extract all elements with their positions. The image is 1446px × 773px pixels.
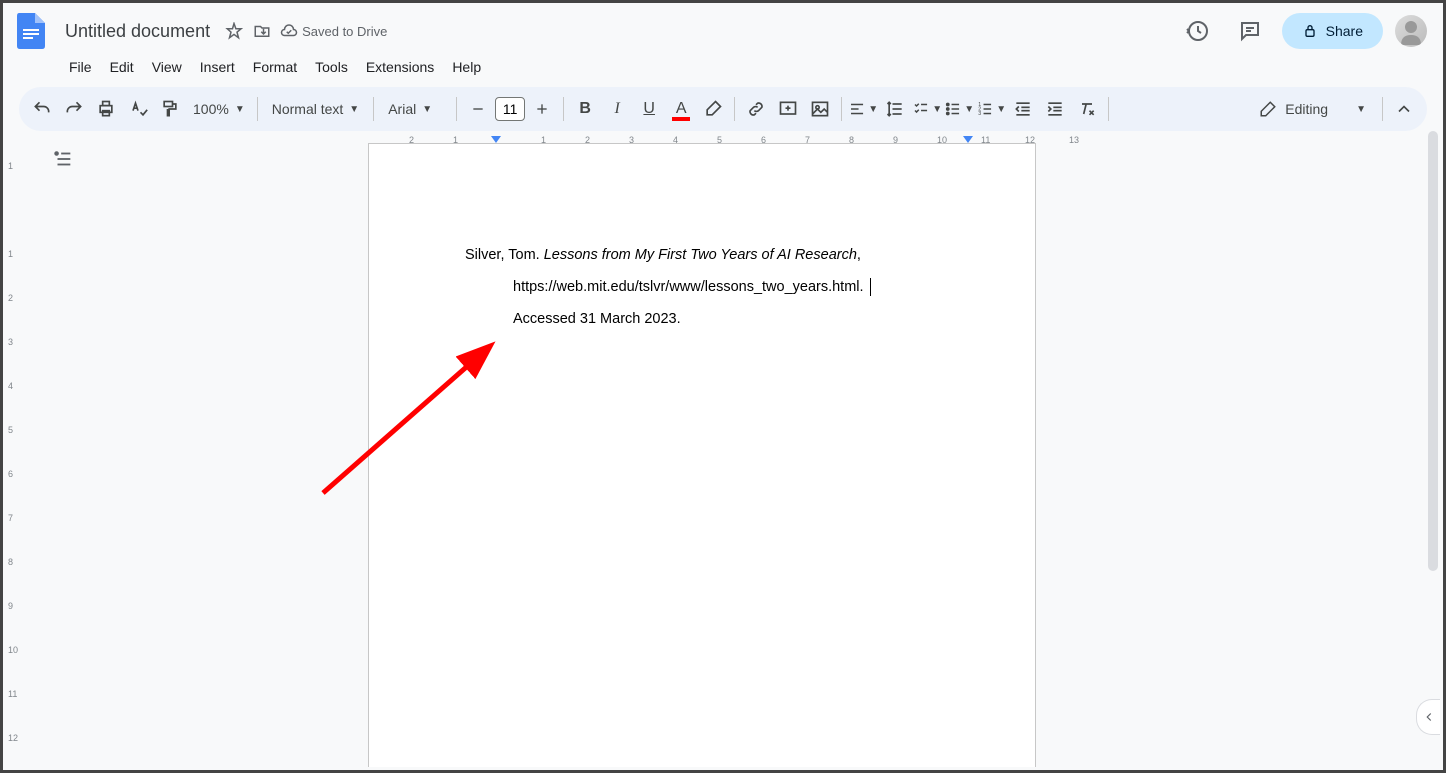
menu-insert[interactable]: Insert: [192, 55, 243, 79]
comment-icon[interactable]: [1230, 11, 1270, 51]
separator: [373, 97, 374, 121]
header-top-row: Untitled document Saved to Drive: [11, 11, 1427, 51]
menu-bar: File Edit View Insert Format Tools Exten…: [11, 51, 1427, 85]
dropdown-arrow-icon: ▼: [996, 104, 1006, 115]
history-icon[interactable]: [1178, 11, 1218, 51]
separator: [456, 97, 457, 121]
citation-title: Lessons from My First Two Years of AI Re…: [544, 247, 857, 263]
title-area: Untitled document Saved to Drive: [59, 19, 1170, 44]
font-size-group: [463, 94, 557, 124]
document-page[interactable]: Silver, Tom. Lessons from My First Two Y…: [368, 143, 1036, 767]
style-select[interactable]: Normal text▼: [264, 97, 367, 121]
share-label: Share: [1326, 23, 1363, 39]
redo-button[interactable]: [59, 94, 89, 124]
menu-tools[interactable]: Tools: [307, 55, 356, 79]
bulleted-list-button[interactable]: ▼: [944, 94, 974, 124]
text-color-button[interactable]: A: [666, 94, 696, 124]
font-select[interactable]: Arial▼: [380, 97, 450, 121]
checklist-button[interactable]: ▼: [912, 94, 942, 124]
zoom-select[interactable]: 100%▼: [187, 97, 251, 121]
clear-formatting-button[interactable]: [1072, 94, 1102, 124]
citation-line-1[interactable]: Silver, Tom. Lessons from My First Two Y…: [465, 240, 939, 272]
decrease-indent-button[interactable]: [1008, 94, 1038, 124]
canvas-wrapper: Silver, Tom. Lessons from My First Two Y…: [22, 131, 1440, 767]
citation-comma: ,: [857, 247, 861, 263]
editing-mode-select[interactable]: Editing ▼: [1249, 96, 1376, 122]
text-cursor: [870, 278, 871, 296]
highlight-button[interactable]: [698, 94, 728, 124]
dropdown-arrow-icon: ▼: [1356, 104, 1366, 115]
menu-format[interactable]: Format: [245, 55, 305, 79]
move-icon[interactable]: [252, 21, 272, 41]
dropdown-arrow-icon: ▼: [235, 104, 245, 115]
dropdown-arrow-icon: ▼: [964, 104, 974, 115]
outline-toggle-button[interactable]: [47, 143, 79, 175]
citation-url: https://web.mit.edu/tslvr/www/lessons_tw…: [513, 279, 868, 295]
decrease-font-button[interactable]: [463, 94, 493, 124]
citation-author: Silver, Tom.: [465, 247, 544, 263]
text-color-indicator: [672, 117, 690, 121]
expand-side-panel-button[interactable]: [1416, 699, 1440, 735]
menu-view[interactable]: View: [144, 55, 190, 79]
vertical-ruler[interactable]: 1 1 2 3 4 5 6 7 8 9 10 11 12: [6, 131, 22, 767]
menu-edit[interactable]: Edit: [102, 55, 142, 79]
save-status-text: Saved to Drive: [302, 24, 387, 39]
star-icon[interactable]: [224, 21, 244, 41]
citation-line-3[interactable]: Accessed 31 March 2023.: [465, 304, 939, 336]
document-area: 1 1 2 3 4 5 6 7 8 9 10 11 12 Silver, Tom…: [6, 131, 1440, 767]
link-button[interactable]: [741, 94, 771, 124]
add-comment-button[interactable]: [773, 94, 803, 124]
collapse-toolbar-button[interactable]: [1389, 94, 1419, 124]
citation-line-2[interactable]: https://web.mit.edu/tslvr/www/lessons_tw…: [465, 272, 939, 304]
header-bar: Untitled document Saved to Drive: [3, 3, 1443, 85]
svg-text:3: 3: [978, 111, 981, 117]
page-content[interactable]: Silver, Tom. Lessons from My First Two Y…: [369, 144, 1035, 432]
menu-file[interactable]: File: [61, 55, 100, 79]
scrollbar-thumb[interactable]: [1428, 131, 1438, 571]
share-button[interactable]: Share: [1282, 13, 1383, 49]
separator: [841, 97, 842, 121]
numbered-list-button[interactable]: 123▼: [976, 94, 1006, 124]
increase-indent-button[interactable]: [1040, 94, 1070, 124]
document-title[interactable]: Untitled document: [59, 19, 216, 44]
header-right: Share: [1178, 11, 1427, 51]
menu-help[interactable]: Help: [444, 55, 489, 79]
title-row: Untitled document Saved to Drive: [59, 19, 1170, 44]
dropdown-arrow-icon: ▼: [349, 104, 359, 115]
vertical-scrollbar[interactable]: [1425, 131, 1440, 750]
user-avatar[interactable]: [1395, 15, 1427, 47]
image-button[interactable]: [805, 94, 835, 124]
dropdown-arrow-icon: ▼: [422, 104, 432, 115]
line-spacing-button[interactable]: [880, 94, 910, 124]
toolbar: 100%▼ Normal text▼ Arial▼ B I U A ▼ ▼ ▼ …: [19, 87, 1427, 131]
docs-logo[interactable]: [11, 11, 51, 51]
undo-button[interactable]: [27, 94, 57, 124]
align-button[interactable]: ▼: [848, 94, 878, 124]
save-status[interactable]: Saved to Drive: [280, 22, 387, 40]
underline-button[interactable]: U: [634, 94, 664, 124]
increase-font-button[interactable]: [527, 94, 557, 124]
spellcheck-button[interactable]: [123, 94, 153, 124]
dropdown-arrow-icon: ▼: [932, 104, 942, 115]
menu-extensions[interactable]: Extensions: [358, 55, 442, 79]
separator: [734, 97, 735, 121]
paint-format-button[interactable]: [155, 94, 185, 124]
font-size-input[interactable]: [495, 97, 525, 121]
separator: [257, 97, 258, 121]
bold-button[interactable]: B: [570, 94, 600, 124]
italic-button[interactable]: I: [602, 94, 632, 124]
separator: [1108, 97, 1109, 121]
print-button[interactable]: [91, 94, 121, 124]
citation-accessed: Accessed 31 March 2023.: [513, 311, 681, 327]
separator: [563, 97, 564, 121]
separator: [1382, 97, 1383, 121]
dropdown-arrow-icon: ▼: [868, 104, 878, 115]
